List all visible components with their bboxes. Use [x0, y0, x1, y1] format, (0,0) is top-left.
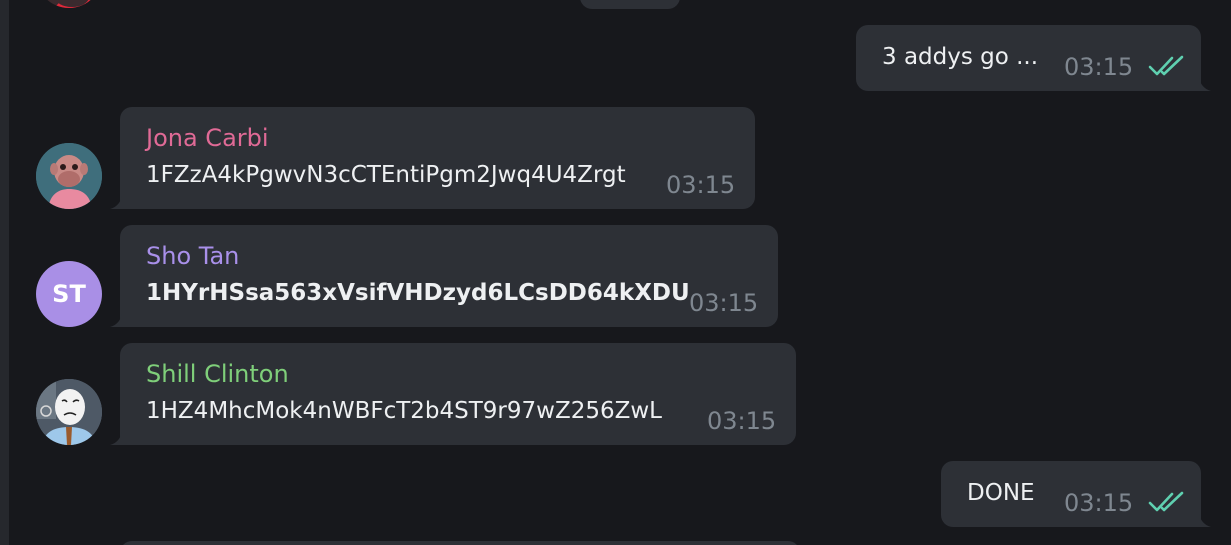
partial-avatar — [36, 0, 102, 8]
bubble-tail — [110, 313, 122, 327]
message-time: 03:15 — [707, 407, 777, 435]
bubble-tail — [110, 431, 122, 445]
bubble-tail — [1199, 513, 1211, 527]
wojak-avatar-icon[interactable] — [36, 379, 102, 445]
message-text: DONE — [967, 480, 1035, 506]
bubble-tail — [110, 195, 122, 209]
double-check-icon — [1148, 491, 1184, 512]
message-time: 03:15 — [689, 289, 759, 317]
message-text: 1FZzA4kPgwvN3cCTEntiPgm2Jwq4U4Zrgt — [146, 162, 626, 188]
message-time: 03:15 — [666, 171, 736, 199]
bubble-tail — [1199, 77, 1211, 91]
chat-history: 3 addys go ... 03:15 Jona Carbi 1FZzA4kP… — [0, 0, 1231, 545]
initials-avatar[interactable]: ST — [36, 261, 102, 327]
incoming-message[interactable]: Jona Carbi 1FZzA4kPgwvN3cCTEntiPgm2Jwq4U… — [110, 107, 755, 209]
avatar-initials: ST — [52, 280, 86, 308]
sender-name[interactable]: Jona Carbi — [146, 123, 269, 153]
partial-message-bubble — [120, 541, 800, 545]
sidebar-edge — [0, 0, 9, 545]
double-check-icon — [1148, 55, 1184, 76]
outgoing-message[interactable]: DONE 03:15 — [941, 461, 1211, 527]
message-text: 1HYrHSsa563xVsifVHDzyd6LCsDD64kXDU — [146, 280, 690, 306]
ape-avatar-icon[interactable] — [36, 143, 102, 209]
message-time: 03:15 — [1064, 53, 1134, 81]
sender-name[interactable]: Shill Clinton — [146, 359, 289, 389]
message-text: 3 addys go ... — [882, 44, 1039, 70]
message-text: 1HZ4MhcMok4nWBFcT2b4ST9r97wZ256ZwL — [146, 398, 662, 424]
incoming-message[interactable]: Sho Tan 1HYrHSsa563xVsifVHDzyd6LCsDD64kX… — [110, 225, 778, 327]
outgoing-message[interactable]: 3 addys go ... 03:15 — [856, 25, 1211, 91]
incoming-message[interactable]: Shill Clinton 1HZ4MhcMok4nWBFcT2b4ST9r97… — [110, 343, 796, 445]
sender-name[interactable]: Sho Tan — [146, 241, 239, 271]
partial-message-bubble — [580, 0, 680, 9]
message-time: 03:15 — [1064, 489, 1134, 517]
